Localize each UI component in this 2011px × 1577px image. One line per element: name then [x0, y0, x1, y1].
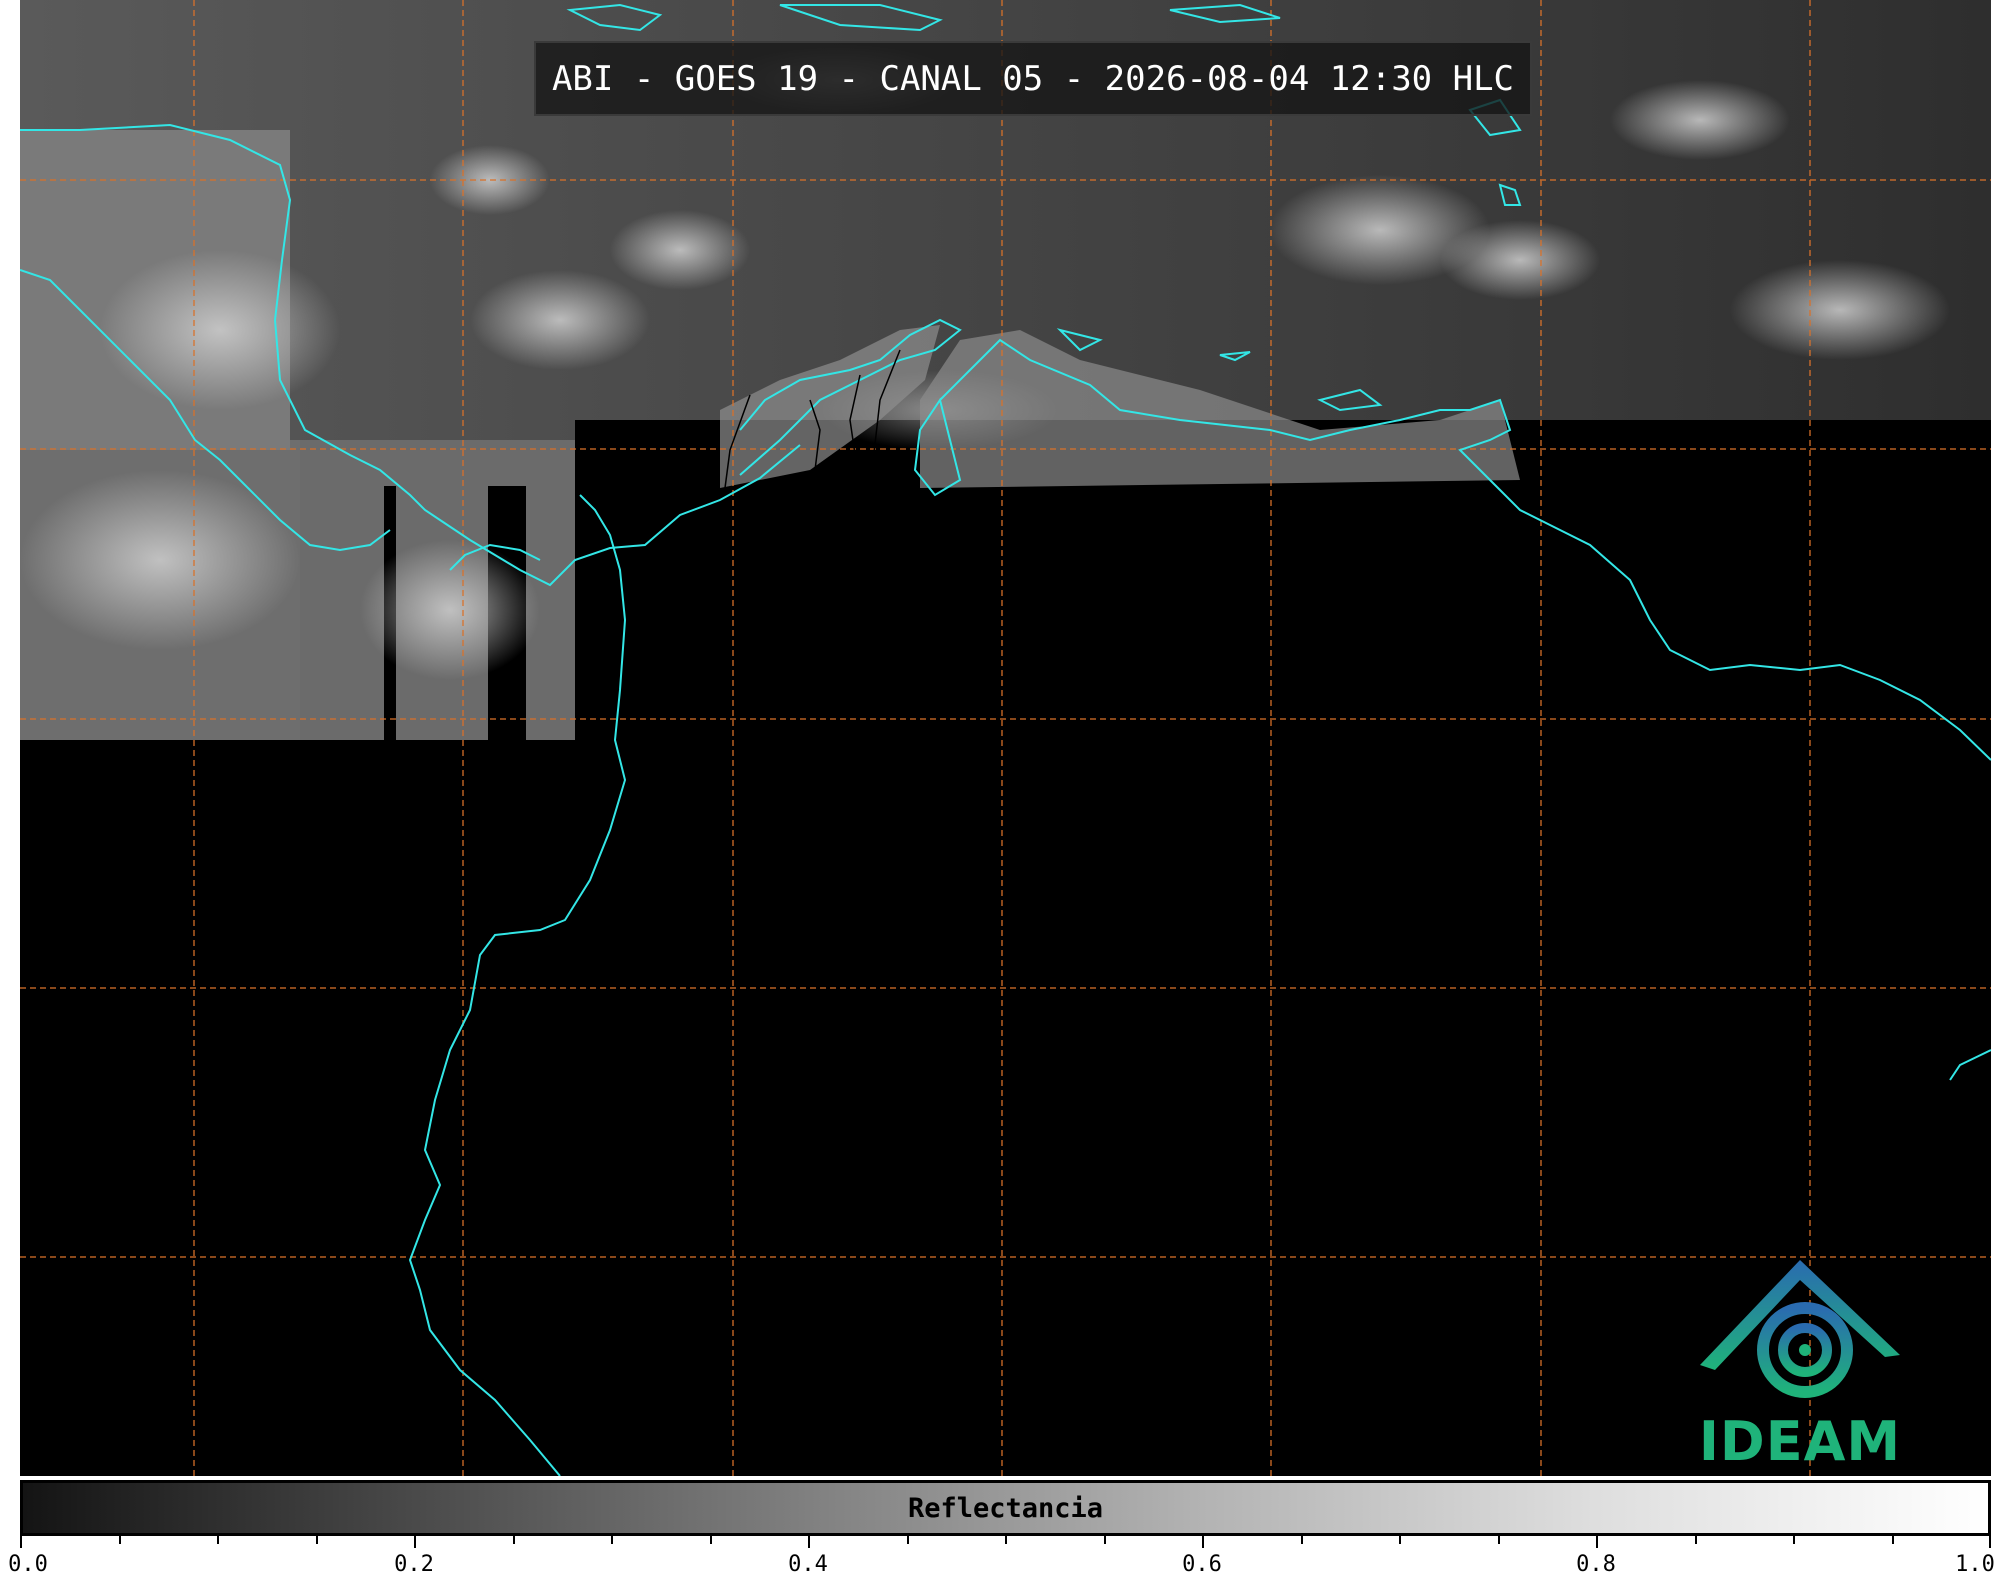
colorbar: Reflectancia	[20, 1480, 1991, 1536]
colorbar-tick	[217, 1536, 219, 1544]
satellite-map: ABI - GOES 19 - CANAL 05 - 2026-08-04 12…	[20, 0, 1991, 1476]
colorbar-tick	[1793, 1536, 1795, 1544]
colorbar-tick	[710, 1536, 712, 1544]
colorbar-label: Reflectancia	[907, 1493, 1104, 1524]
colorbar-tick	[1399, 1536, 1401, 1544]
colorbar-tick	[1005, 1536, 1007, 1544]
colorbar-tick-label: 1.0	[1955, 1552, 1995, 1577]
colorbar-tick	[1989, 1536, 1991, 1548]
colorbar-tick	[808, 1536, 810, 1548]
colorbar-tick	[119, 1536, 121, 1544]
colorbar-tick-label: 0.2	[394, 1552, 434, 1577]
colorbar-tick	[316, 1536, 318, 1544]
colorbar-tick	[1498, 1536, 1500, 1544]
logo-text: IDEAM	[1698, 1410, 1902, 1473]
colorbar-tick	[414, 1536, 416, 1548]
colorbar-tick-label: 0.6	[1182, 1552, 1222, 1577]
colorbar-tick	[1695, 1536, 1697, 1544]
ideam-logo: IDEAM	[1670, 1245, 1930, 1475]
map-title: ABI - GOES 19 - CANAL 05 - 2026-08-04 12…	[534, 41, 1532, 116]
colorbar-tick	[20, 1536, 22, 1548]
colorbar-tick	[1596, 1536, 1598, 1548]
ideam-logo-icon	[1700, 1260, 1900, 1398]
colorbar-tick-label: 0.8	[1576, 1552, 1616, 1577]
colorbar-tick	[1892, 1536, 1894, 1544]
colorbar-tick	[1202, 1536, 1204, 1548]
colorbar-tick	[1104, 1536, 1106, 1544]
colorbar-tick	[611, 1536, 613, 1544]
colorbar-tick	[1301, 1536, 1303, 1544]
colorbar-ticks: 0.0 0.2 0.4 0.6 0.8 1.0	[8, 1536, 1995, 1577]
colorbar-tick-label: 0.0	[8, 1552, 48, 1577]
colorbar-tick	[907, 1536, 909, 1544]
colorbar-tick-label: 0.4	[788, 1552, 828, 1577]
colorbar-tick	[513, 1536, 515, 1544]
